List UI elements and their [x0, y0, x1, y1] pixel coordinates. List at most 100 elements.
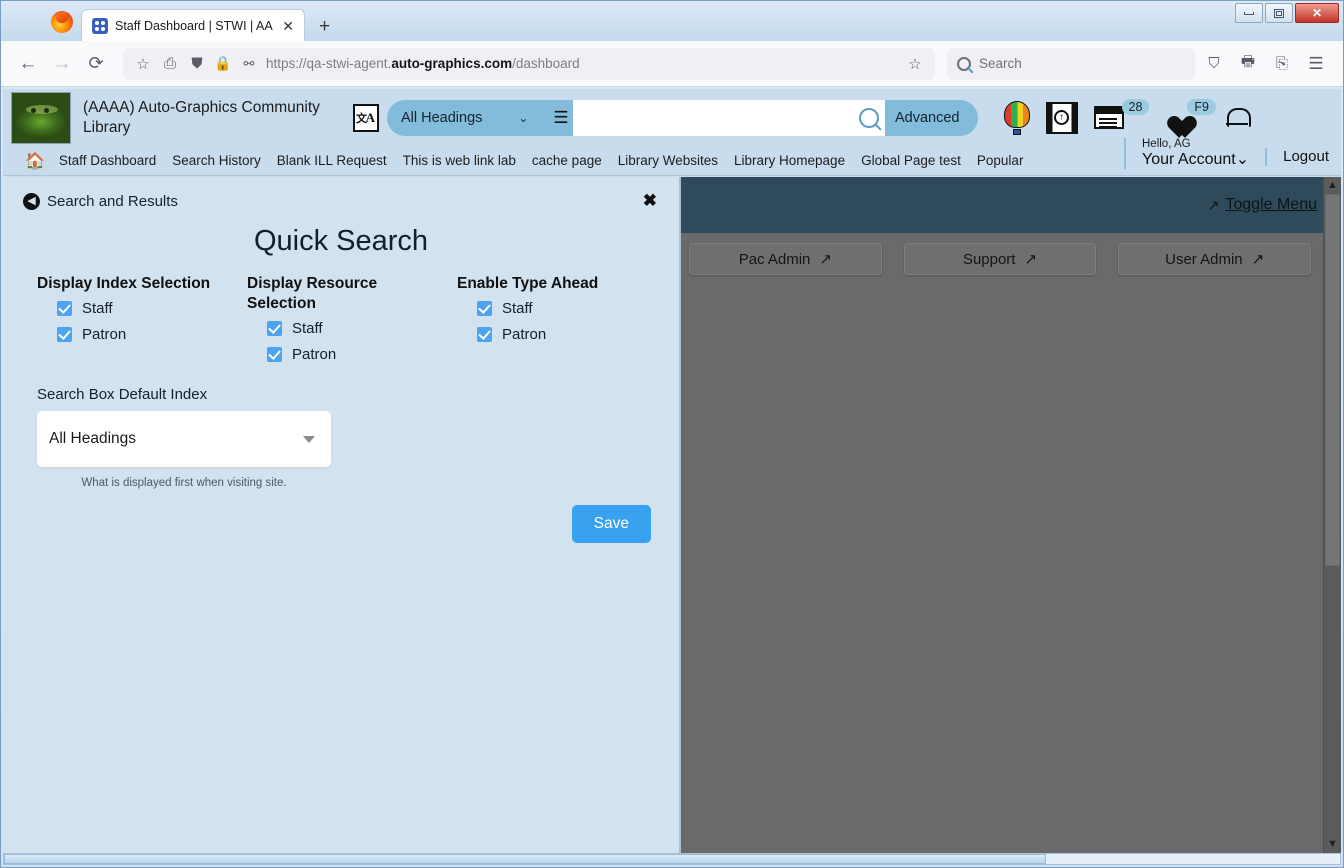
- close-window-button[interactable]: ✕: [1295, 3, 1339, 23]
- checkbox-typeahead-patron[interactable]: [477, 327, 492, 343]
- checkbox-row-typeahead-staff[interactable]: Staff: [477, 300, 667, 317]
- back-arrow-icon[interactable]: ◀: [23, 192, 40, 210]
- browser-window: Staff Dashboard | STWI | AAAA ✕ + ✕ ← → …: [0, 0, 1344, 868]
- browser-toolbar: ← → ⟳ ☆ ⎙ ⛊ 🔒 ⚯ https://qa-stwi-agent.au…: [1, 41, 1343, 87]
- checkbox-row-resource-staff[interactable]: Staff: [267, 320, 457, 337]
- url-bar[interactable]: ☆ ⎙ ⛊ 🔒 ⚯ https://qa-stwi-agent.auto-gra…: [123, 47, 935, 80]
- nav-link-global-page-test[interactable]: Global Page test: [861, 153, 961, 168]
- browser-search-placeholder: Search: [979, 56, 1022, 71]
- checkbox-typeahead-staff[interactable]: [477, 301, 492, 317]
- checkbox-index-staff[interactable]: [57, 301, 72, 317]
- tab-close-icon[interactable]: ✕: [280, 19, 296, 33]
- library-name: (AAAA) Auto-Graphics Community Library: [83, 98, 320, 136]
- dashboard-area: ↗ Toggle Menu Pac Admin ↗ Support ↗ User…: [681, 177, 1341, 853]
- database-icon[interactable]: ☰: [549, 109, 573, 126]
- app-menu-button[interactable]: ☰: [1301, 49, 1331, 79]
- checkbox-label: Staff: [292, 320, 323, 338]
- browser-tab[interactable]: Staff Dashboard | STWI | AAAA ✕: [81, 9, 305, 41]
- support-button[interactable]: Support ↗: [903, 243, 1097, 275]
- toggle-menu-link[interactable]: Toggle Menu: [1225, 196, 1317, 214]
- extensions-icon[interactable]: ⎘: [1267, 49, 1297, 79]
- checkbox-label: Staff: [82, 300, 113, 318]
- user-admin-button[interactable]: User Admin ↗: [1118, 243, 1312, 275]
- user-admin-label: User Admin: [1165, 250, 1243, 268]
- minimize-icon: [1244, 11, 1254, 15]
- print-icon[interactable]: 🖶: [1233, 49, 1263, 79]
- site-search-input[interactable]: [573, 99, 885, 136]
- minimize-button[interactable]: [1235, 3, 1263, 23]
- index-selector-value: All Headings: [401, 109, 483, 126]
- checkbox-row-index-patron[interactable]: Patron: [57, 326, 247, 343]
- translate-icon[interactable]: A: [353, 103, 379, 132]
- film-search-icon[interactable]: ↑: [1045, 101, 1078, 134]
- expand-arrows-icon[interactable]: ↗: [1208, 197, 1220, 214]
- chevron-down-icon: ⌄: [518, 110, 529, 125]
- column-title: Display Resource Selection: [247, 275, 378, 313]
- horizontal-scrollbar[interactable]: [3, 853, 1341, 865]
- scrollbar-track[interactable]: [1324, 194, 1341, 836]
- shield-icon[interactable]: ⛊: [187, 54, 207, 74]
- heart-badge: F9: [1187, 98, 1216, 115]
- nav-link-search-history[interactable]: Search History: [172, 153, 261, 168]
- checkbox-index-patron[interactable]: [57, 327, 72, 343]
- column-display-index-selection: Display Index Selection Staff Patron: [37, 274, 247, 372]
- list-badge: 28: [1121, 98, 1150, 115]
- bookmark-star-icon[interactable]: ☆: [133, 54, 153, 74]
- page-vertical-scrollbar[interactable]: ▲ ▼: [1323, 177, 1341, 853]
- maximize-button[interactable]: [1265, 3, 1293, 23]
- pac-admin-button[interactable]: Pac Admin ↗: [689, 243, 882, 275]
- heart-icon[interactable]: [1161, 105, 1189, 130]
- horizontal-scrollbar-thumb[interactable]: [4, 854, 1047, 864]
- account-name: Your Account⌄: [1142, 151, 1250, 169]
- checkbox-resource-staff[interactable]: [267, 321, 282, 337]
- hot-air-balloon-icon[interactable]: [1003, 100, 1030, 135]
- default-index-select[interactable]: All Headings: [37, 411, 331, 468]
- list-icon[interactable]: [1093, 106, 1124, 129]
- home-icon[interactable]: 🏠: [25, 151, 45, 171]
- save-page-icon[interactable]: ⎙: [160, 54, 180, 74]
- nav-link-blank-ill-request[interactable]: Blank ILL Request: [277, 153, 387, 168]
- scroll-down-arrow-icon[interactable]: ▼: [1327, 836, 1338, 853]
- nav-link-cache-page[interactable]: cache page: [532, 153, 602, 168]
- advanced-search-button[interactable]: Advanced: [885, 99, 978, 136]
- breadcrumb[interactable]: Search and Results: [47, 193, 643, 210]
- star-icon[interactable]: ☆: [905, 54, 925, 74]
- account-chevron-down-icon: ⌄: [1235, 151, 1250, 169]
- nav-link-web-link-lab[interactable]: This is web link lab: [403, 153, 516, 168]
- chevron-down-icon: [303, 435, 315, 443]
- checkbox-row-index-staff[interactable]: Staff: [57, 300, 247, 317]
- support-label: Support: [962, 250, 1016, 268]
- nav-link-staff-dashboard[interactable]: Staff Dashboard: [59, 153, 156, 168]
- checkbox-label: Staff: [502, 300, 533, 318]
- settings-columns: Display Index Selection Staff Patron Dis…: [3, 258, 679, 372]
- default-index-field: Search Box Default Index All Headings Wh…: [3, 386, 679, 489]
- scrollbar-thumb[interactable]: [1325, 194, 1340, 567]
- url-text: https://qa-stwi-agent.auto-graphics.com/…: [266, 56, 580, 71]
- account-greeting: Hello, AG: [1142, 138, 1191, 151]
- permissions-icon[interactable]: ⚯: [239, 54, 259, 74]
- reload-button[interactable]: ⟳: [81, 49, 111, 79]
- column-title: Display Index Selection: [37, 275, 211, 292]
- checkbox-row-typeahead-patron[interactable]: Patron: [477, 326, 667, 343]
- close-icon[interactable]: ✖: [643, 191, 657, 211]
- checkbox-resource-patron[interactable]: [267, 347, 282, 363]
- forward-button[interactable]: →: [47, 49, 77, 79]
- save-row: Save: [3, 505, 679, 544]
- lock-icon[interactable]: 🔒: [214, 54, 232, 74]
- nav-link-popular[interactable]: Popular: [977, 153, 1024, 168]
- index-selector[interactable]: All Headings ⌄ ☰: [387, 99, 573, 136]
- nav-link-library-websites[interactable]: Library Websites: [618, 153, 718, 168]
- nav-link-library-homepage[interactable]: Library Homepage: [734, 153, 845, 168]
- checkbox-label: Patron: [292, 346, 337, 364]
- pocket-icon[interactable]: ⛉: [1199, 49, 1229, 79]
- site-search-icon[interactable]: [859, 107, 879, 128]
- your-account-menu[interactable]: Hello, AG Your Account⌄: [1124, 138, 1265, 169]
- scroll-up-arrow-icon[interactable]: ▲: [1327, 177, 1338, 194]
- logout-link[interactable]: Logout: [1283, 148, 1329, 165]
- checkbox-row-resource-patron[interactable]: Patron: [267, 346, 457, 363]
- notification-bell-icon[interactable]: [1226, 106, 1251, 130]
- new-tab-button[interactable]: +: [319, 17, 330, 36]
- back-button[interactable]: ←: [13, 49, 43, 79]
- browser-search-box[interactable]: Search: [947, 47, 1195, 80]
- save-button[interactable]: Save: [571, 505, 651, 544]
